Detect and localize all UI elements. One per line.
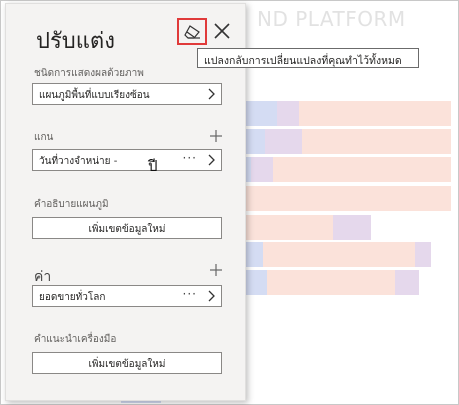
panel-title: ปรับแต่ง <box>36 29 115 54</box>
legend-add-field-label: เพิ่มเขตข้อมูลใหม่ <box>88 224 166 235</box>
tooltips-add-field-button[interactable]: เพิ่มเขตข้อมูลใหม่ <box>32 352 222 374</box>
text-cursor-label: ปี <box>148 157 158 175</box>
bar-salmon <box>267 270 395 295</box>
chevron-right-icon <box>208 88 215 100</box>
bar-purple <box>265 129 302 154</box>
close-icon <box>214 23 230 39</box>
eraser-icon <box>184 24 200 39</box>
chevron-right-icon <box>208 290 215 302</box>
visual-type-value: แผนภูมิพื้นที่แบบเรียงซ้อน <box>39 90 150 101</box>
more-options-icon[interactable]: ··· <box>183 287 197 301</box>
add-axis-icon[interactable] <box>209 129 223 143</box>
bar-purple <box>395 270 419 295</box>
bar-purple <box>277 101 299 126</box>
tooltips-add-field-label: เพิ่มเขตข้อมูลใหม่ <box>88 359 166 370</box>
bar-salmon <box>245 215 333 240</box>
bar-salmon <box>299 101 451 126</box>
axis-field[interactable]: วันที่วางจำหน่าย - ··· <box>32 149 222 171</box>
bar-blue <box>245 270 267 295</box>
chevron-right-icon <box>208 154 215 166</box>
more-options-icon[interactable]: ··· <box>183 151 197 165</box>
axis-label: แกน <box>34 132 54 143</box>
axis-value: วันที่วางจำหน่าย - <box>39 156 118 167</box>
bar-purple <box>251 157 273 182</box>
bar-blue <box>245 242 263 267</box>
legend-label: คำอธิบายแผนภูมิ <box>34 199 109 210</box>
report-title-fragment: ND PLATFORM <box>257 7 406 31</box>
bar-salmon <box>273 157 451 182</box>
legend-add-field-button[interactable]: เพิ่มเขตข้อมูลใหม่ <box>32 217 222 239</box>
bar-salmon <box>302 129 451 154</box>
bar-purple <box>333 215 371 240</box>
bar-salmon <box>245 186 451 211</box>
visual-type-label: ชนิดการแสดงผลด้วยภาพ <box>34 68 144 79</box>
bar-purple <box>415 242 431 267</box>
add-value-icon[interactable] <box>209 263 223 277</box>
tooltips-label: คำแนะนำเครื่องมือ <box>34 334 117 345</box>
values-value: ยอดขายทั่วโลก <box>39 292 106 303</box>
visual-type-select[interactable]: แผนภูมิพื้นที่แบบเรียงซ้อน <box>32 83 222 105</box>
bar-salmon <box>263 242 415 267</box>
reset-changes-button[interactable] <box>177 18 207 45</box>
values-field[interactable]: ยอดขายทั่วโลก ··· <box>32 285 222 307</box>
close-button[interactable] <box>211 20 233 42</box>
reset-tooltip: แปลงกลับการเปลี่ยนแปลงที่คุณทำไว้ทั้งหมด <box>197 48 419 68</box>
